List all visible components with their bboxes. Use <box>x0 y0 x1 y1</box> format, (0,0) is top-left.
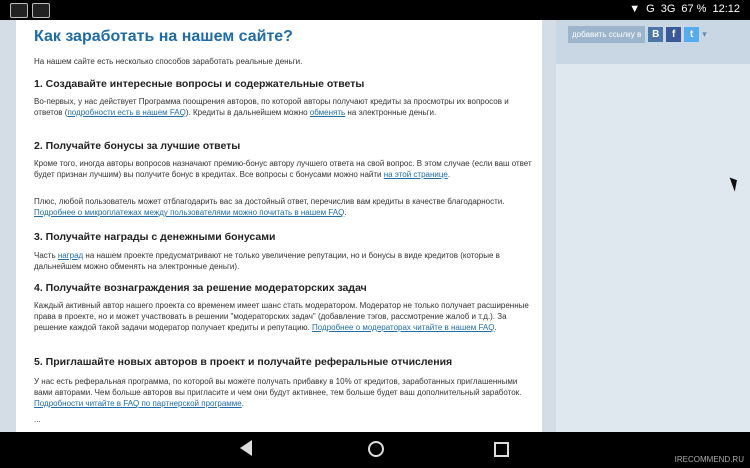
wifi-icon: ▼ <box>629 3 641 15</box>
section-heading: 3. Получайте награды с денежными бонусам… <box>34 231 276 243</box>
faq-link[interactable]: подробности есть в нашем FAQ <box>67 108 185 117</box>
section-heading: 5. Приглашайте новых авторов в проект и … <box>34 356 453 368</box>
section-text: Часть наград на нашем проекте предусматр… <box>34 251 500 271</box>
notification-icon <box>10 3 28 18</box>
section-text: У нас есть реферальная программа, по кот… <box>34 377 522 408</box>
chevron-down-icon[interactable]: ▾ <box>702 29 707 40</box>
facebook-share-button[interactable]: f <box>666 27 682 42</box>
back-icon[interactable] <box>240 440 252 456</box>
ellipsis-text: ... <box>34 415 41 424</box>
section-text: Во-первых, у нас действует Программа поо… <box>34 97 509 117</box>
section-text: Плюс, любой пользователь может отблагода… <box>34 197 505 217</box>
moderators-link[interactable]: Подробнее о модераторах читайте в нашем … <box>312 323 494 332</box>
intro-text: На нашем сайте есть несколько способов з… <box>34 57 303 66</box>
exchange-link[interactable]: обменять <box>310 108 345 117</box>
vk-share-button[interactable]: В <box>648 27 664 42</box>
share-panel: добавить ссылку в В f t ▾ <box>556 20 750 64</box>
main-content: Как заработать на нашем сайте? На нашем … <box>16 20 542 432</box>
bonus-questions-link[interactable]: на этой странице <box>384 170 448 179</box>
page-title: Как заработать на нашем сайте? <box>34 28 293 45</box>
section-heading: 2. Получайте бонусы за лучшие ответы <box>34 140 241 152</box>
clock: 12:12 <box>712 3 740 15</box>
share-label: добавить ссылку в <box>568 26 646 43</box>
twitter-share-button[interactable]: t <box>684 27 700 42</box>
notification-icons <box>10 3 50 18</box>
section-text: Кроме того, иногда авторы вопросов назна… <box>34 159 532 179</box>
status-bar: ▼ G 3G 67 % 12:12 <box>0 0 750 20</box>
share-buttons: добавить ссылку в В f t ▾ <box>568 26 707 43</box>
section-heading: 4. Получайте вознаграждения за решение м… <box>34 282 367 294</box>
referral-link[interactable]: Подробности читайте в FAQ по партнерской… <box>34 399 242 408</box>
battery-text: 67 % <box>681 3 707 15</box>
recent-apps-icon[interactable] <box>494 442 509 457</box>
section-heading: 1. Создавайте интересные вопросы и содер… <box>34 78 365 90</box>
notification-icon <box>32 3 50 18</box>
sidebar: добавить ссылку в В f t ▾ <box>556 20 750 432</box>
watermark: IRECOMMEND.RU <box>674 455 744 464</box>
micropayments-link[interactable]: Подробнее о микроплатежах между пользова… <box>34 208 344 217</box>
awards-link[interactable]: наград <box>58 251 83 260</box>
web-page: Как заработать на нашем сайте? На нашем … <box>0 20 750 432</box>
status-indicators: ▼ G 3G 67 % 12:12 <box>629 3 740 15</box>
section-text: Каждый активный автор нашего проекта со … <box>34 301 529 332</box>
network-label: 3G <box>660 3 676 15</box>
home-icon[interactable] <box>368 441 384 457</box>
signal-label: G <box>646 3 655 15</box>
